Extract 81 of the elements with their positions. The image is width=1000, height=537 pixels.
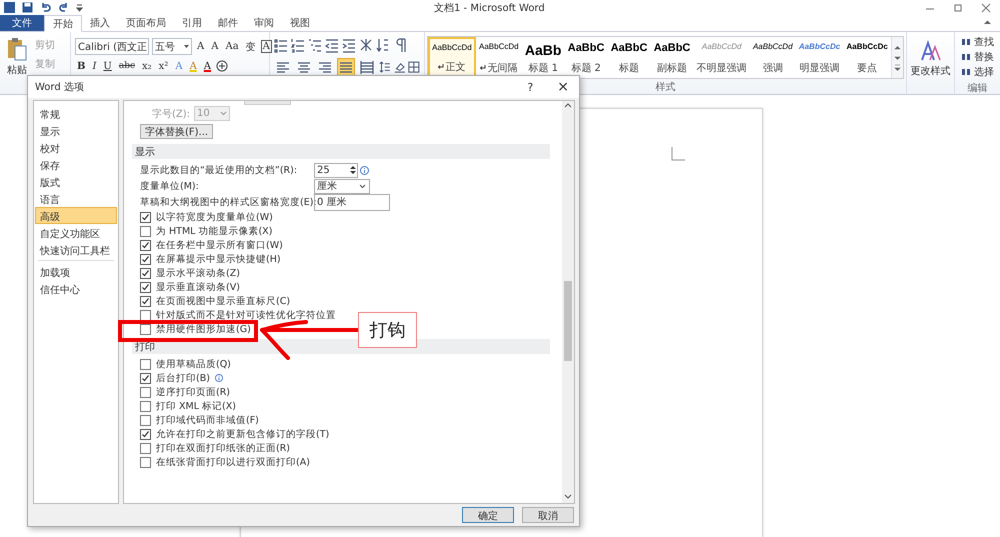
width-field[interactable]: 0 厘米 [314,194,390,210]
option-label: 允许在打印之前更新包含修订的字段(T) [156,428,330,440]
font-format-button[interactable]: abc [116,61,138,71]
font-name-field[interactable]: Calibri (西文正 [75,38,149,55]
category-item[interactable]: 保存 [35,156,117,173]
ribbon-tab[interactable]: 文件 [0,15,44,31]
option-label: 打印域代码而非域值(F) [156,414,259,426]
ribbon-tab[interactable]: 审阅 [246,15,282,31]
option-label: 在页面视图中显示垂直标尺(C) [156,294,290,308]
option-label: 使用草稿品质(Q) [156,358,231,370]
editing-button[interactable]: 选择 [961,65,994,79]
category-item[interactable]: 显示 [35,122,117,139]
category-item[interactable]: 常规 [35,105,117,122]
category-item[interactable]: 语言 [35,190,117,207]
dialog-button[interactable]: 确定 [462,507,514,523]
dialog-title: Word 选项 [35,80,84,94]
window-title: 文档1 - Microsoft Word [434,2,546,14]
ribbon-tab[interactable]: 引用 [174,15,210,31]
font-tool-button[interactable]: A [260,40,272,53]
option-label: 为 HTML 功能显示像素(X) [156,224,272,238]
option-label: 在纸张背面打印以进行双面打印(A) [156,456,310,468]
style-item[interactable]: AaBbC 副标题 [650,37,694,78]
font-tool-button[interactable]: Aa [223,41,241,52]
category-item[interactable]: 高级 [35,207,117,224]
editing-button[interactable]: 查找 [961,35,994,49]
font-format-button[interactable]: U [101,60,114,72]
font-size-field[interactable]: 五号 [152,38,192,55]
ribbon-tab[interactable]: 开始 [44,15,82,32]
option-label: 在任务栏中显示所有窗口(W) [156,238,283,252]
category-item[interactable]: 快速访问工具栏 [35,241,117,258]
option-label: 打印 XML 标记(X) [156,400,236,412]
option-label: 后台打印(B) [156,372,210,384]
option-label: 逆序打印页面(R) [156,386,230,398]
annotation-callout: 打钩 [358,312,417,348]
category-item[interactable]: 版式 [35,173,117,190]
category-item[interactable]: 校对 [35,139,117,156]
style-item[interactable]: AaBbC 标题 2 [564,37,608,78]
ribbon-tab[interactable]: 视图 [282,15,318,31]
style-item[interactable]: AaBbCcDd 不明显强调 [694,37,750,78]
editing-button[interactable]: 替换 [961,50,994,64]
font-format-button[interactable]: B [75,60,88,72]
style-item[interactable]: AaBbC 标题 [608,37,651,78]
close-button[interactable]: × [551,79,575,95]
option-label: 字号(Z): [152,108,190,120]
dialog-button[interactable]: 取消 [522,507,574,523]
group-label: 样式 [656,80,676,94]
ribbon-tab[interactable]: 插入 [82,15,118,31]
style-item[interactable]: AaBbCcDd 无间隔 [476,37,522,78]
option-label: 显示水平滚动条(Z) [156,266,240,280]
category-item[interactable]: 自定义功能区 [35,224,117,241]
option-label: 度量单位(M): [140,180,200,192]
font-substitution-button[interactable]: 字体替换(F)... [140,124,214,139]
help-button[interactable]: ? [521,79,540,95]
section-heading: 显示 [132,144,550,159]
font-format-button[interactable]: x² [156,60,170,72]
category-item[interactable]: 信任中心 [35,280,117,297]
group-label: 编辑 [966,82,988,95]
change-styles-button[interactable]: 更改样式 [907,32,955,94]
option-label: 禁用硬件图形加速(G) [156,322,251,336]
number-field[interactable]: 25 [314,162,358,178]
style-item[interactable]: AaBbCcDc 明显强调 [796,37,844,78]
font-tool-button[interactable]: A [195,41,206,52]
category-item[interactable]: 加载项 [35,263,117,280]
font-tool-button[interactable]: A [209,41,220,52]
option-label: 在屏幕提示中显示快捷键(H) [156,252,281,266]
style-item[interactable]: AaBbCcDd 强调 [750,37,796,78]
ribbon-tab[interactable]: 邮件 [210,15,246,31]
style-item[interactable]: AaBbCcDc 要点 [843,37,891,78]
option-label: 显示此数目的“最近使用的文档”(R): [140,164,298,176]
font-format-button[interactable]: x₂ [140,60,154,72]
option-label: 显示垂直滚动条(V) [156,280,240,294]
font-tool-button[interactable]: 变 [244,40,258,54]
style-item[interactable]: AaBb 标题 1 [522,37,565,78]
option-label: 打印在双面打印纸张的正面(R) [156,442,290,454]
option-label: 以字符宽度为度量单位(W) [156,210,273,224]
option-label: 针对版式而不是针对可读性优化字符位置 [156,308,336,322]
unit-dropdown[interactable]: 厘米 [314,178,370,194]
font-format-button[interactable]: I [90,60,98,72]
style-item[interactable]: AaBbCcDd 正文 [428,37,476,78]
ribbon-tab[interactable]: 页面布局 [118,15,174,31]
font-effect-button[interactable]: A [202,60,214,72]
